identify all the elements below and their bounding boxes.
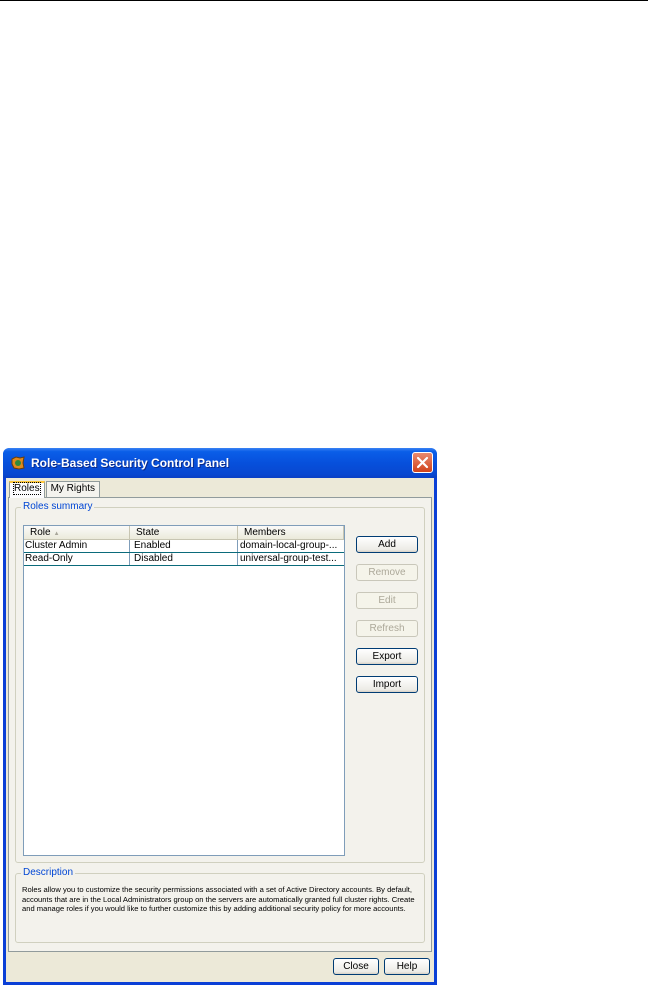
roles-table[interactable]: Role ▲ State Members Cluster Admin Enable… xyxy=(23,525,345,856)
window-title: Role-Based Security Control Panel xyxy=(31,456,230,470)
title-bar[interactable]: Role-Based Security Control Panel xyxy=(3,448,437,478)
tab-strip: Roles My Rights xyxy=(9,481,101,498)
table-row[interactable]: Read-Only Disabled universal-group-test.… xyxy=(24,553,344,566)
column-header-state[interactable]: State xyxy=(130,526,238,540)
cell-state: Disabled xyxy=(130,553,238,565)
column-header-role-label: Role xyxy=(30,527,51,538)
roles-tab-page: Roles summary Role ▲ State Members Clust… xyxy=(8,497,432,952)
edit-button[interactable]: Edit xyxy=(356,592,418,609)
cell-role: Read-Only xyxy=(24,553,130,565)
close-icon xyxy=(416,456,429,469)
column-header-members[interactable]: Members xyxy=(238,526,344,540)
dialog-window: Role-Based Security Control Panel Roles … xyxy=(3,448,437,985)
tab-my-rights[interactable]: My Rights xyxy=(45,481,101,497)
close-button[interactable]: Close xyxy=(333,958,379,975)
import-button[interactable]: Import xyxy=(356,676,418,693)
tab-roles-label: Roles xyxy=(13,482,41,495)
add-button[interactable]: Add xyxy=(356,536,418,553)
sort-ascending-icon: ▲ xyxy=(53,531,60,537)
column-header-role[interactable]: Role ▲ xyxy=(24,526,130,540)
roles-summary-group: Roles summary Role ▲ State Members Clust… xyxy=(15,501,425,863)
export-button[interactable]: Export xyxy=(356,648,418,665)
table-header: Role ▲ State Members xyxy=(24,526,344,540)
table-row[interactable]: Cluster Admin Enabled domain-local-group… xyxy=(24,540,344,553)
help-button[interactable]: Help xyxy=(384,958,430,975)
app-icon xyxy=(11,456,25,470)
roles-summary-label: Roles summary xyxy=(21,501,95,512)
cell-state: Enabled xyxy=(130,540,238,552)
remove-button[interactable]: Remove xyxy=(356,564,418,581)
column-header-members-label: Members xyxy=(244,527,286,538)
close-window-button[interactable] xyxy=(412,452,433,473)
description-group: Description Roles allow you to customize… xyxy=(15,867,425,943)
cell-members: universal-group-test... xyxy=(240,553,337,564)
description-label: Description xyxy=(21,867,76,878)
top-rule xyxy=(0,0,648,1)
column-header-state-label: State xyxy=(136,527,160,538)
cell-members: domain-local-group-... xyxy=(240,540,338,551)
cell-role: Cluster Admin xyxy=(24,540,130,552)
description-text: Roles allow you to customize the securit… xyxy=(22,885,415,914)
tab-roles[interactable]: Roles xyxy=(9,481,45,498)
dialog-client-area: Roles My Rights Roles summary Role ▲ Stat… xyxy=(6,478,434,982)
refresh-button[interactable]: Refresh xyxy=(356,620,418,637)
tab-my-rights-label: My Rights xyxy=(50,483,96,494)
